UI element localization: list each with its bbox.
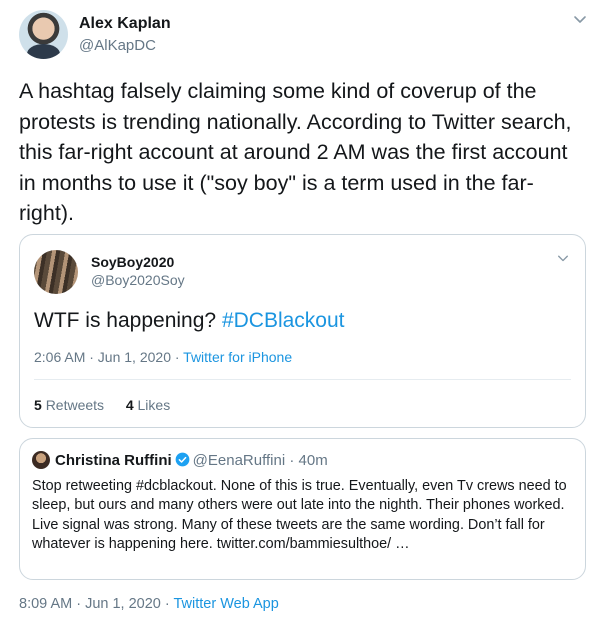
tweet-timestamp: 8:09 AM · Jun 1, 2020 · Twitter Web App: [19, 596, 279, 612]
quoted2-handle[interactable]: @EenaRuffini · 40m: [193, 452, 328, 469]
quoted-timestamp: 2:06 AM · Jun 1, 2020 · Twitter for iPho…: [34, 349, 292, 365]
avatar-shirt: [27, 44, 60, 59]
quoted-tweet-card-2[interactable]: Christina Ruffini @EenaRuffini · 40m Sto…: [19, 438, 586, 580]
retweets-count[interactable]: 5: [34, 397, 42, 413]
quoted-source-link[interactable]: Twitter for iPhone: [183, 349, 292, 365]
quoted2-name[interactable]: Christina Ruffini: [55, 452, 172, 469]
tweet-body: A hashtag falsely claiming some kind of …: [19, 79, 572, 225]
quoted-stats: 5 Retweets 4 Likes: [34, 397, 170, 413]
quoted-name[interactable]: SoyBoy2020: [91, 254, 174, 270]
quoted-avatar[interactable]: [34, 250, 78, 294]
quoted2-avatar[interactable]: [32, 451, 50, 469]
likes-count[interactable]: 4: [126, 397, 134, 413]
chevron-down-icon[interactable]: [573, 12, 587, 26]
hashtag-link[interactable]: #DCBlackout: [222, 309, 345, 332]
author-handle[interactable]: @AlKapDC: [79, 37, 156, 54]
quoted-tweet-card[interactable]: SoyBoy2020 @Boy2020Soy WTF is happening?…: [19, 234, 586, 428]
quoted-text: WTF is happening? #DCBlackout: [34, 309, 345, 333]
author-avatar[interactable]: [19, 10, 68, 59]
quoted-time[interactable]: 2:06 AM · Jun 1, 2020 ·: [34, 349, 183, 365]
tweet-time[interactable]: 8:09 AM · Jun 1, 2020 ·: [19, 596, 174, 612]
tweet-source-link[interactable]: Twitter Web App: [174, 596, 279, 612]
quoted-text-plain: WTF is happening?: [34, 309, 222, 332]
likes-label[interactable]: Likes: [138, 397, 171, 413]
author-name[interactable]: Alex Kaplan: [79, 15, 171, 33]
verified-badge-icon: [175, 452, 190, 467]
quoted-handle[interactable]: @Boy2020Soy: [91, 272, 185, 288]
quoted2-header: Christina Ruffini @EenaRuffini · 40m: [55, 452, 328, 469]
quoted2-text: Stop retweeting #dcblackout. None of thi…: [32, 478, 567, 553]
tweet-header: Alex Kaplan @AlKapDC: [19, 10, 589, 62]
divider: [34, 379, 571, 380]
retweets-label[interactable]: Retweets: [46, 397, 104, 413]
chevron-down-icon[interactable]: [557, 252, 569, 264]
